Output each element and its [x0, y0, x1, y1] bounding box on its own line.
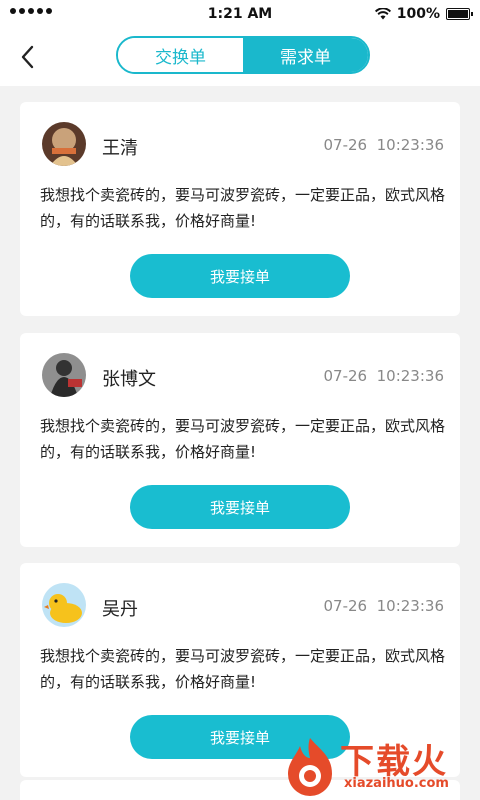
avatar[interactable] — [42, 122, 86, 166]
flame-logo-icon — [288, 738, 332, 796]
watermark: 下载火 xiazaihuo.com — [280, 734, 476, 798]
avatar-image — [42, 122, 86, 166]
battery-icon — [446, 8, 473, 20]
avatar[interactable] — [42, 583, 86, 627]
accept-order-button[interactable]: 我要接单 — [130, 254, 350, 298]
wifi-icon — [374, 8, 391, 20]
nav-bar: 交换单 需求单 — [0, 30, 480, 86]
status-bar: 1:21 AM 100% — [0, 0, 480, 30]
demand-content: 我想找个卖瓷砖的，要马可波罗瓷砖，一定要正品，欧式风格的，有的话联系我，价格好商… — [40, 417, 446, 461]
avatar-image — [42, 583, 86, 627]
demand-card: 张博文 07-26 10:23:36 我想找个卖瓷砖的，要马可波罗瓷砖，一定要正… — [20, 333, 460, 547]
accept-order-button[interactable]: 我要接单 — [130, 485, 350, 529]
battery-percent: 100% — [396, 6, 440, 22]
user-name: 张博文 — [102, 369, 156, 390]
avatar[interactable] — [42, 353, 86, 397]
order-type-switch: 交换单 需求单 — [116, 36, 370, 74]
watermark-url: xiazaihuo.com — [344, 776, 449, 791]
post-datetime: 07-26 10:23:36 — [323, 597, 445, 615]
post-datetime: 07-26 10:23:36 — [323, 136, 445, 154]
demand-content: 我想找个卖瓷砖的，要马可波罗瓷砖，一定要正品，欧式风格的，有的话联系我，价格好商… — [40, 186, 446, 230]
demand-card: 王清 07-26 10:23:36 我想找个卖瓷砖的，要马可波罗瓷砖，一定要正品… — [20, 102, 460, 316]
avatar-image — [42, 353, 86, 397]
user-name: 吴丹 — [102, 599, 138, 620]
back-button[interactable] — [12, 40, 42, 74]
tab-demand-order[interactable]: 需求单 — [243, 38, 368, 72]
chevron-left-icon — [21, 45, 34, 69]
tab-exchange-order[interactable]: 交换单 — [118, 38, 243, 72]
demand-content: 我想找个卖瓷砖的，要马可波罗瓷砖，一定要正品，欧式风格的，有的话联系我，价格好商… — [40, 647, 446, 691]
post-datetime: 07-26 10:23:36 — [323, 367, 445, 385]
user-name: 王清 — [102, 138, 138, 159]
